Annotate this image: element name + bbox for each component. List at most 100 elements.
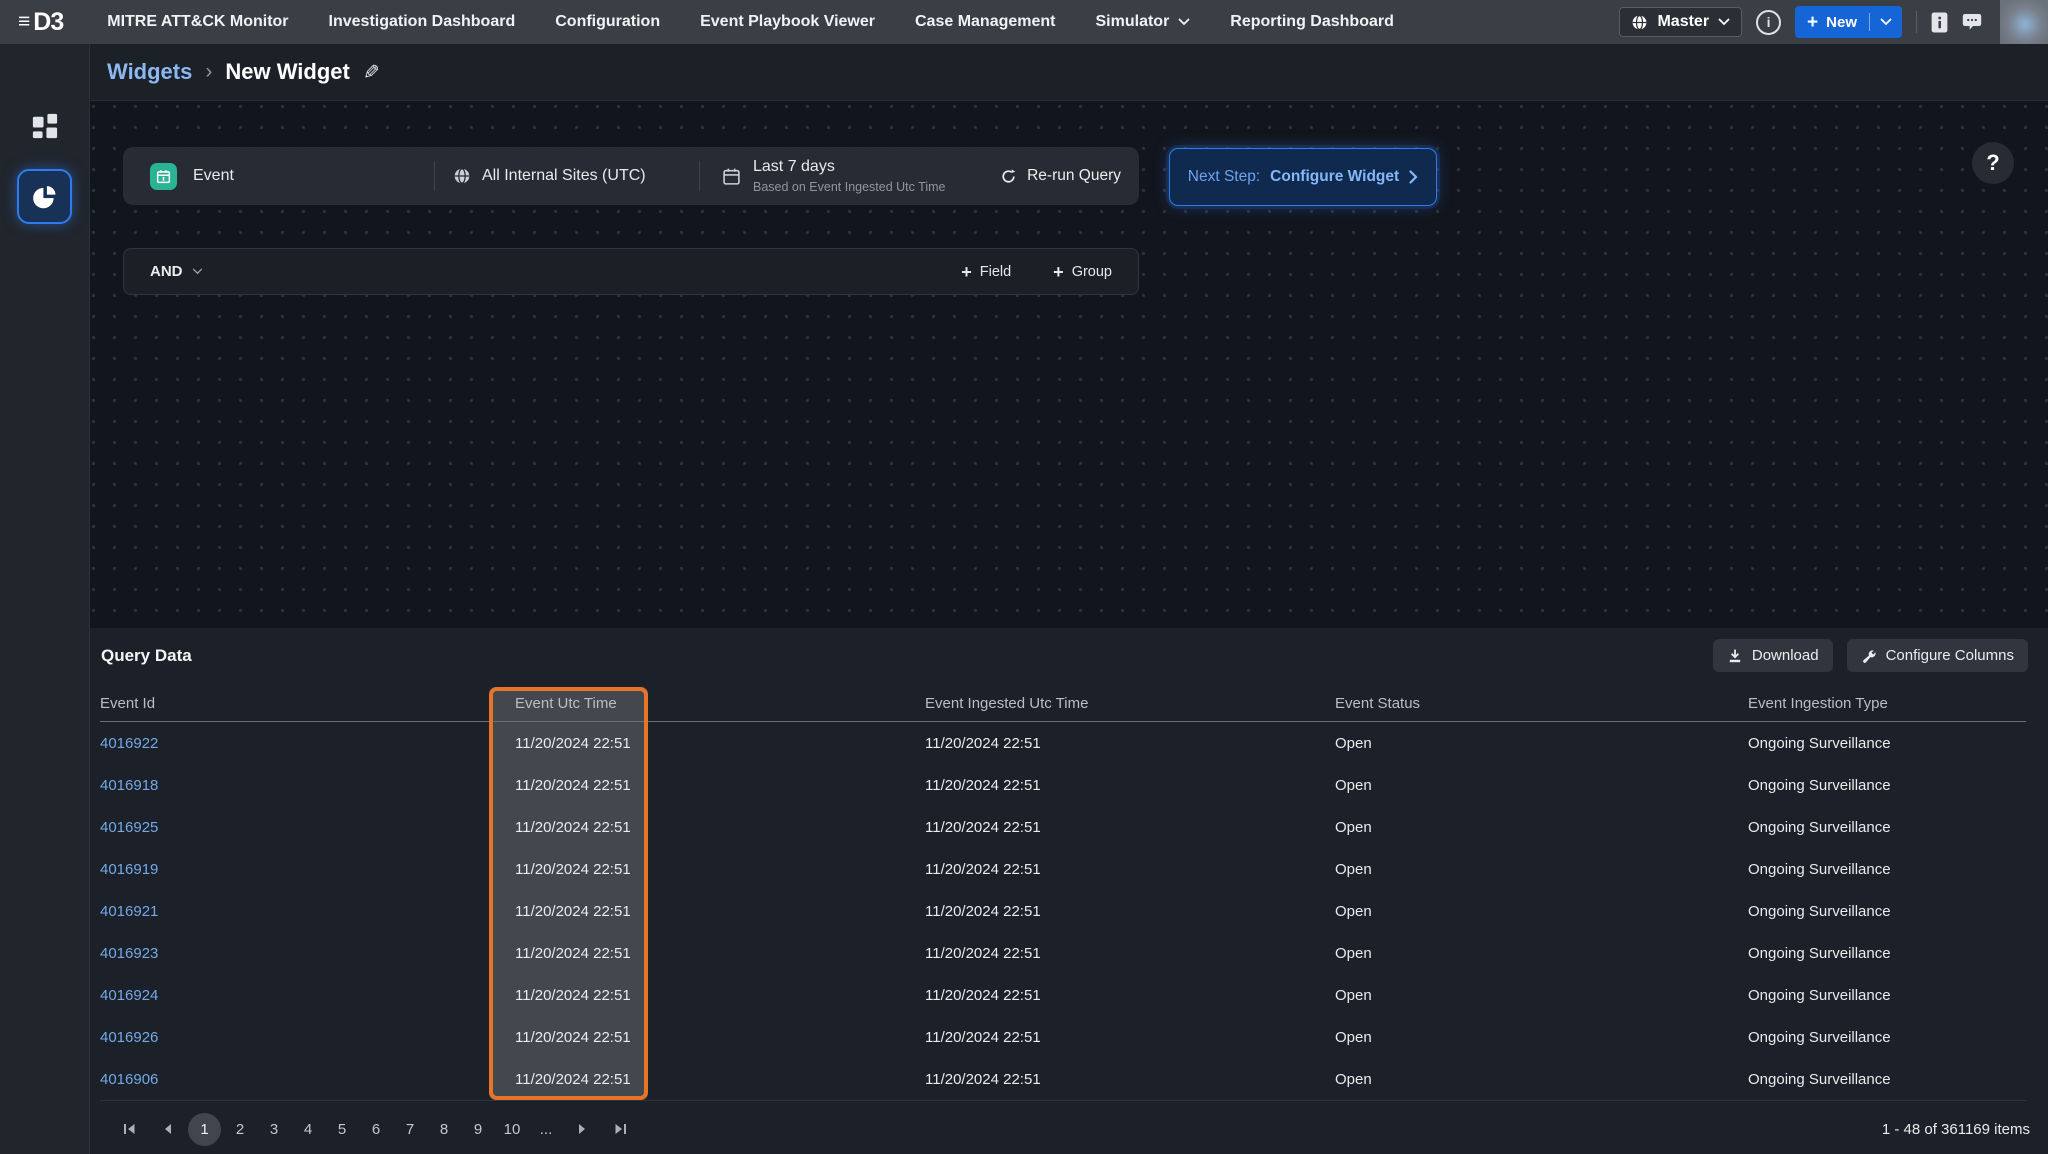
nav-configuration[interactable]: Configuration (535, 0, 680, 44)
page-button[interactable]: 6 (359, 1121, 393, 1138)
refresh-icon (1000, 168, 1017, 185)
rerun-query-label: Re-run Query (1027, 167, 1121, 185)
nav-reporting-dashboard[interactable]: Reporting Dashboard (1210, 0, 1414, 44)
event-ingestion-type-cell: Ongoing Surveillance (1748, 1029, 2026, 1046)
page-button[interactable]: 9 (461, 1121, 495, 1138)
page-button[interactable]: 3 (257, 1121, 291, 1138)
add-field-button[interactable]: + Field (961, 263, 1011, 281)
edit-title-icon[interactable]: ✎ (363, 60, 380, 85)
info-icon[interactable]: i (1756, 10, 1781, 35)
next-page-button[interactable] (563, 1123, 601, 1135)
event-utc-time-cell: 11/20/2024 22:51 (515, 777, 925, 794)
column-header-event-id[interactable]: Event Id (100, 695, 515, 712)
rerun-query-button[interactable]: Re-run Query (1000, 167, 1121, 185)
user-avatar[interactable] (2000, 0, 2048, 44)
previous-page-button[interactable] (148, 1123, 186, 1135)
first-page-button[interactable] (110, 1123, 148, 1135)
nav-simulator[interactable]: Simulator (1076, 0, 1211, 44)
event-id-link[interactable]: 4016926 (100, 1029, 158, 1046)
event-ingested-utc-time-cell: 11/20/2024 22:51 (925, 861, 1335, 878)
page-button[interactable]: 4 (291, 1121, 325, 1138)
event-utc-time-cell: 11/20/2024 22:51 (515, 735, 925, 752)
event-ingested-utc-time-cell: 11/20/2024 22:51 (925, 777, 1335, 794)
page-title: New Widget (225, 59, 349, 85)
event-utc-time-cell: 11/20/2024 22:51 (515, 987, 925, 1004)
next-step-configure-widget-button[interactable]: Next Step: Configure Widget (1169, 148, 1437, 206)
column-header-event-ingested-utc-time[interactable]: Event Ingested Utc Time (925, 695, 1335, 712)
plus-icon: + (961, 263, 972, 281)
event-status-cell: Open (1335, 735, 1748, 752)
event-status-cell: Open (1335, 819, 1748, 836)
event-utc-time-cell: 11/20/2024 22:51 (515, 945, 925, 962)
chevron-down-icon (1718, 18, 1730, 26)
add-group-button[interactable]: + Group (1053, 263, 1112, 281)
help-button[interactable]: ? (1972, 142, 2014, 184)
column-header-event-utc-time[interactable]: Event Utc Time (515, 695, 925, 712)
event-id-link[interactable]: 4016921 (100, 903, 158, 920)
nav-mitre-attack-monitor[interactable]: MITRE ATT&CK Monitor (87, 0, 308, 44)
table-header-row: Event Id Event Utc Time Event Ingested U… (100, 686, 2026, 722)
globe-icon (453, 167, 471, 185)
event-status-cell: Open (1335, 945, 1748, 962)
filter-operator-dropdown[interactable]: AND (150, 263, 203, 280)
nav-simulator-label: Simulator (1096, 13, 1170, 31)
filter-group-row: AND + Field + Group (123, 248, 1139, 295)
column-header-event-ingestion-type[interactable]: Event Ingestion Type (1748, 695, 2026, 712)
event-utc-time-cell: 11/20/2024 22:51 (515, 819, 925, 836)
table-row: 4016921 11/20/2024 22:51 11/20/2024 22:5… (100, 890, 2026, 932)
table-row: 4016906 11/20/2024 22:51 11/20/2024 22:5… (100, 1058, 2026, 1100)
page-button[interactable]: 8 (427, 1121, 461, 1138)
download-button[interactable]: Download (1713, 639, 1833, 672)
sidebar-item-dashboards[interactable] (29, 110, 60, 141)
page-button[interactable]: 2 (223, 1121, 257, 1138)
d3-logo[interactable]: ≡ D3 (18, 8, 63, 37)
event-status-cell: Open (1335, 777, 1748, 794)
new-button-main[interactable]: + New (1795, 13, 1869, 32)
event-ingestion-type-cell: Ongoing Surveillance (1748, 945, 2026, 962)
sidebar-item-widgets-active[interactable] (17, 169, 72, 224)
nav-case-management[interactable]: Case Management (895, 0, 1076, 44)
master-site-selector[interactable]: Master (1619, 7, 1742, 37)
new-button[interactable]: + New (1795, 6, 1902, 38)
event-id-link[interactable]: 4016906 (100, 1071, 158, 1088)
page-ellipsis[interactable]: ... (529, 1121, 563, 1138)
event-id-link[interactable]: 4016922 (100, 735, 158, 752)
navbar-divider (1916, 11, 1917, 33)
download-icon (1727, 648, 1743, 664)
nav-event-playbook-viewer[interactable]: Event Playbook Viewer (680, 0, 895, 44)
sites-section[interactable]: All Internal Sites (UTC) (435, 147, 699, 205)
navbar-right-cluster: Master i + New (1619, 0, 2048, 44)
event-id-link[interactable]: 4016923 (100, 945, 158, 962)
event-ingestion-type-cell: Ongoing Surveillance (1748, 819, 2026, 836)
column-header-event-status[interactable]: Event Status (1335, 695, 1748, 712)
event-ingestion-type-cell: Ongoing Surveillance (1748, 777, 2026, 794)
page-button-active[interactable]: 1 (188, 1113, 221, 1146)
nav-investigation-dashboard[interactable]: Investigation Dashboard (309, 0, 536, 44)
logo-bars-icon: ≡ (18, 10, 30, 34)
pie-chart-icon (31, 183, 59, 211)
event-ingestion-type-cell: Ongoing Surveillance (1748, 735, 2026, 752)
event-utc-time-cell: 11/20/2024 22:51 (515, 903, 925, 920)
page-button[interactable]: 7 (393, 1121, 427, 1138)
last-page-button[interactable] (601, 1123, 639, 1135)
datasource-section[interactable]: Event (123, 147, 434, 205)
configure-columns-button[interactable]: Configure Columns (1847, 639, 2028, 672)
breadcrumb-widgets-link[interactable]: Widgets (107, 59, 192, 85)
event-status-cell: Open (1335, 987, 1748, 1004)
event-id-link[interactable]: 4016924 (100, 987, 158, 1004)
chat-icon[interactable] (1962, 13, 1982, 31)
table-row: 4016918 11/20/2024 22:51 11/20/2024 22:5… (100, 764, 2026, 806)
page-button[interactable]: 5 (325, 1121, 359, 1138)
page-button[interactable]: 10 (495, 1121, 529, 1138)
document-info-icon[interactable] (1931, 12, 1948, 33)
event-ingestion-type-cell: Ongoing Surveillance (1748, 903, 2026, 920)
time-range-section[interactable]: Last 7 days Based on Event Ingested Utc … (700, 147, 1139, 205)
event-id-link[interactable]: 4016918 (100, 777, 158, 794)
event-id-link[interactable]: 4016925 (100, 819, 158, 836)
event-utc-time-cell: 11/20/2024 22:51 (515, 861, 925, 878)
next-step-prefix: Next Step: (1188, 168, 1260, 186)
table-row: 4016926 11/20/2024 22:51 11/20/2024 22:5… (100, 1016, 2026, 1058)
new-button-chevron[interactable] (1870, 18, 1902, 26)
event-ingested-utc-time-cell: 11/20/2024 22:51 (925, 903, 1335, 920)
event-id-link[interactable]: 4016919 (100, 861, 158, 878)
